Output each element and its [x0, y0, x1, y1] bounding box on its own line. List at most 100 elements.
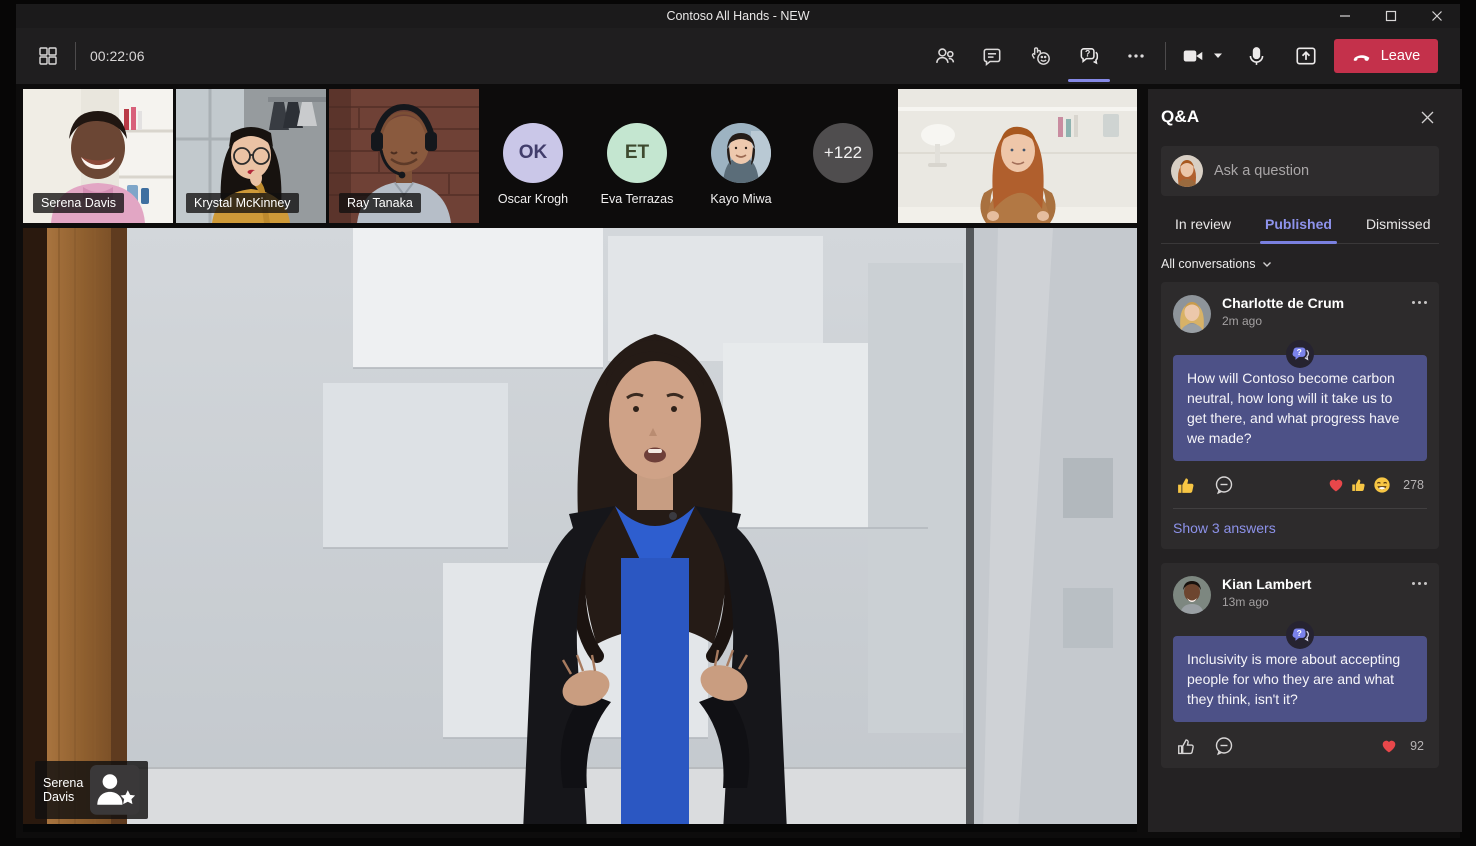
mic-button[interactable]: [1236, 36, 1276, 76]
author-info: Charlotte de Crum 2m ago: [1222, 295, 1344, 328]
gallery-view-button[interactable]: [28, 36, 68, 76]
author-avatar: [1173, 576, 1211, 614]
close-window-button[interactable]: [1414, 4, 1460, 28]
window-controls: [1322, 4, 1460, 28]
qna-icon: ?: [1077, 44, 1101, 68]
tile-name-label: Krystal McKinney: [186, 193, 299, 213]
reaction-actions: [1176, 474, 1235, 496]
meeting-timer: 00:22:06: [90, 28, 145, 84]
avatar-eva-terrazas[interactable]: ET Eva Terrazas: [589, 123, 685, 206]
question-list: Charlotte de Crum 2m ago ? How: [1161, 282, 1439, 768]
question-badge-icon: ?: [1285, 620, 1315, 655]
share-screen-icon: [1294, 44, 1318, 68]
author-name: Charlotte de Crum: [1222, 295, 1344, 311]
main-stage-video: Serena Davis: [23, 228, 1137, 832]
heart-icon: [1327, 476, 1345, 494]
video-tile-self[interactable]: [898, 89, 1137, 223]
participant-filmstrip: Serena Davis: [16, 89, 1144, 223]
presenter-name-label: Serena Davis: [35, 761, 148, 819]
leave-label: Leave: [1381, 48, 1421, 64]
question-card: Charlotte de Crum 2m ago ? How: [1161, 282, 1439, 549]
svg-text:?: ?: [1297, 347, 1302, 357]
qna-tabs: In review Published Dismissed: [1161, 210, 1439, 244]
card-divider: [1173, 508, 1427, 509]
presenter-icon: [90, 765, 140, 815]
avatar-overflow-count[interactable]: +122: [795, 123, 891, 183]
tab-published[interactable]: Published: [1265, 210, 1332, 243]
leave-phone-icon: [1352, 46, 1372, 66]
video-self: [898, 89, 1137, 223]
chat-button[interactable]: [972, 36, 1012, 76]
laugh-icon: [1373, 476, 1391, 494]
question-more-button[interactable]: [1412, 576, 1427, 585]
question-card: Kian Lambert 13m ago ? Inclusiv: [1161, 563, 1439, 768]
thumbs-up-icon: [1350, 476, 1368, 494]
share-screen-button[interactable]: [1286, 36, 1326, 76]
camera-dropdown-button[interactable]: [1207, 36, 1229, 76]
camera-dropdown-icon: [1213, 52, 1223, 60]
maximize-button[interactable]: [1368, 4, 1414, 28]
reaction-count: 92: [1410, 739, 1424, 753]
reaction-actions: [1176, 735, 1235, 757]
tab-dismissed[interactable]: Dismissed: [1366, 210, 1431, 243]
leave-button[interactable]: Leave: [1334, 39, 1438, 73]
qna-button[interactable]: ?: [1069, 36, 1109, 76]
tab-in-review[interactable]: In review: [1175, 210, 1231, 243]
camera-icon: [1181, 44, 1205, 68]
reaction-summary[interactable]: 92: [1380, 737, 1424, 755]
reaction-row: 92: [1173, 735, 1427, 757]
minimize-button[interactable]: [1322, 4, 1368, 28]
question-card-header: Charlotte de Crum 2m ago: [1173, 295, 1427, 333]
author-name: Kian Lambert: [1222, 576, 1311, 592]
self-avatar-photo: [1171, 155, 1203, 187]
thumbs-up-icon[interactable]: [1176, 475, 1197, 496]
participants-button[interactable]: [925, 36, 965, 76]
toolbar-divider: [1165, 42, 1166, 70]
toolbar-divider: [75, 42, 76, 70]
qna-panel-header: Q&A: [1161, 105, 1439, 129]
qna-panel-title: Q&A: [1161, 107, 1199, 127]
self-avatar: [1171, 155, 1203, 187]
teams-meeting-window: Contoso All Hands - NEW 00:22:06: [16, 4, 1460, 838]
comment-icon[interactable]: [1213, 735, 1235, 757]
ask-question-field[interactable]: [1161, 146, 1439, 196]
minimize-icon: [1339, 10, 1351, 22]
ask-question-input[interactable]: [1214, 163, 1429, 179]
grid-view-icon: [37, 45, 59, 67]
thumbs-up-icon[interactable]: [1176, 736, 1197, 757]
conversation-filter-dropdown[interactable]: All conversations: [1161, 257, 1439, 271]
question-timestamp: 13m ago: [1222, 595, 1311, 609]
qna-panel: Q&A In review Published: [1148, 89, 1462, 832]
question-more-button[interactable]: [1412, 295, 1427, 304]
video-tile-ray-tanaka[interactable]: Ray Tanaka: [329, 89, 479, 223]
close-icon: [1431, 10, 1443, 22]
stage-video-serena-davis: [23, 228, 1137, 832]
reactions-button[interactable]: [1021, 36, 1061, 76]
question-text: Inclusivity is more about accepting peop…: [1187, 651, 1400, 707]
comment-icon[interactable]: [1213, 474, 1235, 496]
mic-icon: [1245, 45, 1268, 68]
reaction-summary[interactable]: 278: [1327, 476, 1424, 494]
qna-active-indicator: [1068, 79, 1110, 82]
question-text: How will Contoso become carbon neutral, …: [1187, 370, 1399, 446]
presenter-name: Serena Davis: [43, 776, 83, 804]
video-tile-serena-davis[interactable]: Serena Davis: [23, 89, 173, 223]
tile-name-label: Ray Tanaka: [339, 193, 421, 213]
avatar-kian-lambert: [1173, 576, 1211, 614]
camera-button[interactable]: [1176, 36, 1210, 76]
close-qna-panel-button[interactable]: [1415, 105, 1439, 129]
maximize-icon: [1385, 10, 1397, 22]
avatar-initials: OK: [503, 123, 563, 183]
meeting-toolbar: 00:22:06: [16, 28, 1460, 84]
more-options-button[interactable]: [1116, 36, 1156, 76]
video-tile-krystal-mckinney[interactable]: Krystal McKinney: [176, 89, 326, 223]
heart-icon: [1380, 737, 1398, 755]
reaction-count: 278: [1403, 478, 1424, 492]
question-timestamp: 2m ago: [1222, 314, 1344, 328]
avatar-kayo-miwa[interactable]: Kayo Miwa: [693, 123, 789, 206]
avatar-oscar-krogh[interactable]: OK Oscar Krogh: [485, 123, 581, 206]
show-answers-link[interactable]: Show 3 answers: [1173, 520, 1427, 538]
avatar-charlotte-de-crum: [1173, 295, 1211, 333]
chevron-down-icon: [1262, 261, 1272, 268]
svg-text:?: ?: [1297, 628, 1302, 638]
